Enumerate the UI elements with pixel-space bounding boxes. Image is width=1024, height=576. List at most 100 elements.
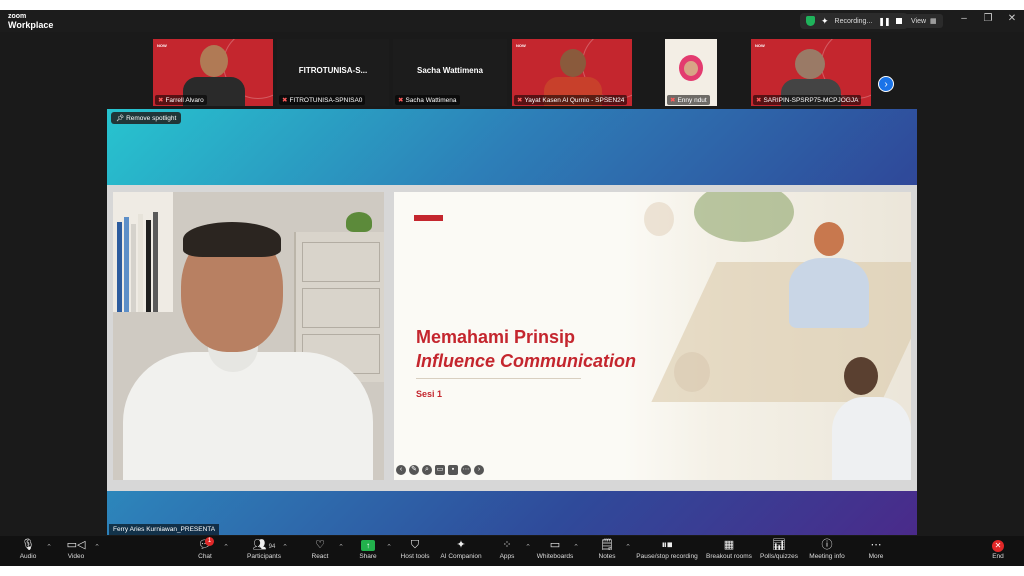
notes-options-caret[interactable]: ⌃	[625, 540, 631, 555]
book	[138, 214, 143, 312]
security-shield-icon	[806, 16, 815, 26]
video-button[interactable]: ▭◁ ⌃ Video	[48, 538, 104, 561]
mic-muted-icon: ✖	[517, 97, 523, 104]
shared-content-frame: Memahami Prinsip Influence Communication…	[107, 185, 917, 491]
meeting-info-button[interactable]: ⓘ Meeting info	[799, 538, 855, 561]
participants-button[interactable]: 👥︎ 94 ⌃ Participants	[236, 538, 292, 561]
ai-companion-icon[interactable]: ✦	[821, 16, 829, 27]
participants-options-caret[interactable]: ⌃	[282, 540, 288, 555]
view-button[interactable]: View ▦	[905, 14, 943, 28]
whiteboard-icon: ▭ ⌃	[527, 538, 583, 553]
notes-icon: 🗒︎ ⌃	[579, 538, 635, 553]
recording-indicator[interactable]: ✦ Recording... ❚❚	[800, 13, 908, 29]
notes-button[interactable]: 🗒︎ ⌃ Notes	[579, 538, 635, 561]
book	[146, 220, 151, 312]
end-label: End	[992, 553, 1004, 560]
slide-title-line2: Influence Communication	[416, 351, 637, 371]
slide-toolbar: ‹ ✎ ⌕ ▭ ▪ ⋯ ›	[396, 465, 484, 475]
mic-muted-icon: ✖	[756, 97, 762, 104]
minimize-icon[interactable]: –	[956, 13, 972, 24]
pause-recording-icon[interactable]: ❚❚	[878, 17, 890, 26]
man-head	[844, 357, 878, 395]
recording-label: Recording...	[834, 17, 873, 25]
more-label: More	[868, 553, 884, 560]
chat-button[interactable]: 💬︎ 1 ⌃ Chat	[177, 537, 233, 561]
more-options-icon[interactable]: ⋯	[461, 465, 471, 475]
participant-head	[795, 49, 825, 79]
participant-tile[interactable]: Sacha Wattimena ✖ Sacha Wattimena	[393, 39, 507, 106]
participant-tile[interactable]: NOW ✖ Farrell Alvaro	[153, 39, 273, 106]
participant-name-tag: ✖ Enny ndut	[667, 95, 710, 105]
speaker-hair	[183, 222, 281, 257]
woman3-head	[644, 202, 674, 236]
camera-icon[interactable]: ▪	[448, 465, 458, 475]
share-screen-icon: ↑	[361, 540, 375, 551]
pen-icon[interactable]: ✎	[409, 465, 419, 475]
participants-icon: 👥︎ 94 ⌃	[236, 538, 292, 553]
book	[131, 224, 136, 312]
pause-stop-label: Pause/stop recording	[636, 553, 698, 560]
participant-name-tag: ✖ Sacha Wattimena	[395, 95, 460, 105]
participant-tile[interactable]: NOW ✖ Yayat Kasen Al Qurnio - SPSEN24	[512, 39, 632, 106]
woman-shirt	[789, 258, 869, 328]
pause-stop-recording-button[interactable]: ⏸⏹ Pause/stop recording	[635, 538, 699, 561]
speaker-video	[113, 192, 384, 480]
participant-head	[684, 61, 698, 76]
participant-name-tag: ✖ FITROTUNISA-SPNISA0	[279, 95, 366, 105]
info-icon: ⓘ	[821, 539, 833, 551]
participant-head	[560, 49, 586, 77]
slide-title-line1: Memahami Prinsip	[416, 327, 576, 347]
chat-options-caret[interactable]: ⌃	[223, 540, 229, 555]
chat-bubble-icon: 💬︎ 1 ⌃	[177, 537, 233, 555]
spotlight-stage: 📌︎ Remove spotlight Memahami Prinsip Inf…	[107, 109, 917, 535]
prev-slide-icon[interactable]: ‹	[396, 465, 406, 475]
restore-icon[interactable]: ❐	[980, 13, 996, 24]
screenshot-canvas: zoom Workplace ✦ Recording... ❚❚ View ▦ …	[0, 0, 1024, 576]
thumb-banner-text: NOW	[157, 43, 167, 48]
pin-icon: 📌︎	[116, 115, 125, 122]
plant	[346, 212, 372, 232]
video-camera-icon: ▭◁ ⌃	[48, 538, 104, 553]
chat-badge: 1	[205, 537, 214, 546]
man-shirt	[832, 397, 911, 480]
mic-muted-icon: ✖	[670, 97, 676, 104]
whiteboards-button[interactable]: ▭ ⌃ Whiteboards	[527, 538, 583, 561]
zoom-icon[interactable]: ⌕	[422, 465, 432, 475]
slide-accent-bar	[414, 215, 443, 221]
book	[153, 212, 158, 312]
participant-tile[interactable]: NOW ✖ SARIPIN-SPSRP75-MCPJOGJA	[751, 39, 871, 106]
next-page-arrow-icon[interactable]: ›	[878, 76, 894, 92]
next-slide-icon[interactable]: ›	[474, 465, 484, 475]
meeting-info-label: Meeting info	[809, 553, 845, 560]
participant-name-tag: ✖ Yayat Kasen Al Qurnio - SPSEN24	[514, 95, 628, 105]
zoom-window: zoom Workplace ✦ Recording... ❚❚ View ▦ …	[0, 10, 1024, 566]
participant-name-tag: ✖ Farrell Alvaro	[155, 95, 207, 105]
more-button[interactable]: ⋯ More	[848, 538, 904, 561]
mic-muted-icon: ✖	[398, 97, 404, 104]
participant-big-name: Sacha Wattimena	[417, 66, 483, 75]
book	[124, 217, 129, 312]
woman2-head	[674, 352, 710, 392]
participant-head	[200, 45, 228, 77]
captions-icon[interactable]: ▭	[435, 465, 445, 475]
breakout-rooms-button[interactable]: ▦ Breakout rooms	[701, 538, 757, 561]
pause-stop-icon: ⏸⏹	[661, 539, 673, 551]
breakout-label: Breakout rooms	[706, 553, 752, 560]
remove-spotlight-button[interactable]: 📌︎ Remove spotlight	[111, 112, 182, 124]
close-icon[interactable]: ✕	[1004, 13, 1020, 24]
video-options-caret[interactable]: ⌃	[94, 540, 100, 555]
speaker-shirt	[123, 352, 373, 480]
mic-muted-icon: ✖	[282, 97, 288, 104]
thumb-banner-text: NOW	[516, 43, 526, 48]
slide-subtitle: Sesi 1	[416, 389, 443, 399]
drawer	[302, 242, 380, 282]
app-brand: zoom Workplace	[8, 12, 53, 30]
stop-recording-icon[interactable]	[895, 18, 902, 24]
participant-tile[interactable]: FITROTUNISA-S... ✖ FITROTUNISA-SPNISA0	[277, 39, 389, 106]
participant-big-name: FITROTUNISA-S...	[298, 66, 368, 75]
book	[117, 222, 122, 312]
end-call-icon: ✕	[992, 540, 1004, 552]
participant-tile[interactable]: ✖ Enny ndut	[665, 39, 717, 106]
end-button[interactable]: ✕ End	[970, 538, 1024, 561]
title-bar: zoom Workplace ✦ Recording... ❚❚ View ▦ …	[0, 10, 1024, 32]
